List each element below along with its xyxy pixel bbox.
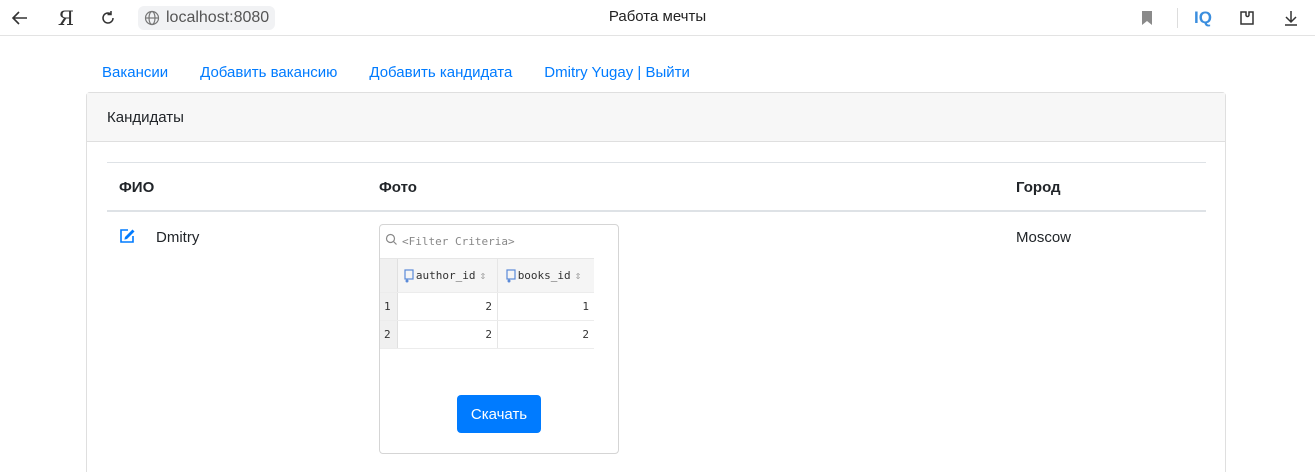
nav-user-logout[interactable]: Dmitry Yugay | Выйти xyxy=(528,63,706,83)
photo-col-label: books_id xyxy=(517,269,571,282)
candidate-city: Moscow xyxy=(1016,229,1072,246)
yandex-icon[interactable]: Я xyxy=(53,5,79,31)
browser-toolbar: Я localhost:8080 Работа мечты IQ xyxy=(0,0,1315,36)
photo-cell: 2 xyxy=(398,293,498,320)
photo-grid-corner xyxy=(380,259,398,292)
photo-grid-row: 2 2 2 xyxy=(380,321,594,349)
column-header-name: ФИО xyxy=(119,179,155,196)
nav-vacancies[interactable]: Вакансии xyxy=(86,63,184,83)
address-bar[interactable]: localhost:8080 xyxy=(138,6,276,30)
candidates-table: ФИО Фото Город Dmitry <Filter Criteria> … xyxy=(107,162,1206,472)
extensions-icon[interactable] xyxy=(1234,5,1260,31)
site-nav: Вакансии Добавить вакансию Добавить канд… xyxy=(86,63,706,83)
column-header-photo: Фото xyxy=(379,179,417,196)
sort-icon: ⇕ xyxy=(574,269,582,282)
photo-filter-bar: <Filter Criteria> xyxy=(380,225,594,259)
table-header: ФИО Фото Город xyxy=(107,162,1206,212)
photo-grid-col: author_id ⇕ xyxy=(398,259,498,292)
bookmark-icon[interactable] xyxy=(1134,5,1160,31)
photo-row-number: 1 xyxy=(380,293,398,320)
back-arrow-icon[interactable] xyxy=(7,5,33,31)
photo-cell: 2 xyxy=(582,328,589,341)
reload-icon[interactable] xyxy=(95,5,121,31)
key-column-icon xyxy=(506,268,516,283)
sort-icon: ⇕ xyxy=(479,269,487,282)
photo-grid-header: author_id ⇕ books_id ⇕ xyxy=(380,259,594,293)
photo-row-number: 2 xyxy=(380,321,398,348)
photo-screenshot: <Filter Criteria> author_id ⇕ books_id ⇕… xyxy=(380,225,594,349)
toolbar-divider xyxy=(1177,8,1178,28)
globe-icon xyxy=(144,10,160,26)
candidates-card: Кандидаты ФИО Фото Город Dmitry <Filter … xyxy=(86,92,1226,472)
nav-add-vacancy[interactable]: Добавить вакансию xyxy=(184,63,353,83)
photo-grid-col: books_id ⇕ xyxy=(498,259,594,292)
candidate-photo: <Filter Criteria> author_id ⇕ books_id ⇕… xyxy=(379,224,619,454)
table-row: Dmitry <Filter Criteria> author_id ⇕ boo… xyxy=(107,212,1206,472)
search-icon xyxy=(385,233,399,250)
photo-cell: 2 xyxy=(398,321,498,348)
photo-cell: 1 xyxy=(582,300,589,313)
column-header-city: Город xyxy=(1016,179,1061,196)
photo-grid-row: 1 2 1 xyxy=(380,293,594,321)
key-column-icon xyxy=(404,268,414,283)
edit-icon[interactable] xyxy=(119,228,136,244)
download-icon[interactable] xyxy=(1278,5,1304,31)
photo-grid: author_id ⇕ books_id ⇕ 1 2 1 2 2 2 xyxy=(380,259,594,349)
candidate-name: Dmitry xyxy=(156,229,200,246)
download-button[interactable]: Скачать xyxy=(457,395,541,433)
photo-filter-text: <Filter Criteria> xyxy=(402,235,515,248)
card-header: Кандидаты xyxy=(87,93,1225,142)
photo-col-label: author_id xyxy=(415,269,476,282)
nav-add-candidate[interactable]: Добавить кандидата xyxy=(353,63,528,83)
card-body: ФИО Фото Город Dmitry <Filter Criteria> … xyxy=(87,142,1225,454)
iq-icon[interactable]: IQ xyxy=(1190,5,1216,31)
address-text: localhost:8080 xyxy=(166,9,270,26)
